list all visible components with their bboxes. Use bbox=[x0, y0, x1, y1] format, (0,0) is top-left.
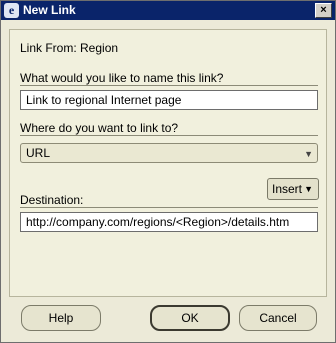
link-name-input[interactable]: Link to regional Internet page bbox=[20, 90, 318, 110]
app-icon: e bbox=[4, 3, 19, 18]
link-target-value: URL bbox=[26, 146, 51, 160]
separator bbox=[20, 207, 318, 208]
dialog-title: New Link bbox=[23, 3, 76, 17]
cancel-button[interactable]: Cancel bbox=[239, 305, 317, 331]
insert-button[interactable]: Insert ▼ bbox=[267, 178, 319, 200]
chevron-down-icon: ▼ bbox=[304, 149, 313, 159]
title-bar[interactable]: e New Link × bbox=[1, 1, 335, 20]
separator bbox=[20, 85, 318, 86]
close-button[interactable]: × bbox=[315, 3, 332, 18]
link-from-label: Link From: Region bbox=[20, 41, 119, 55]
name-prompt-label: What would you like to name this link? bbox=[20, 71, 224, 85]
form-panel: Link From: Region What would you like to… bbox=[9, 29, 327, 297]
separator bbox=[20, 135, 318, 136]
destination-label: Destination: bbox=[20, 193, 84, 207]
destination-input[interactable]: http://company.com/regions/<Region>/deta… bbox=[20, 212, 318, 232]
new-link-dialog: e New Link × Link From: Region What woul… bbox=[0, 0, 336, 343]
link-target-select[interactable]: URL ▼ bbox=[20, 143, 318, 163]
target-prompt-label: Where do you want to link to? bbox=[20, 121, 179, 135]
ok-button[interactable]: OK bbox=[150, 305, 230, 331]
help-button[interactable]: Help bbox=[21, 305, 101, 331]
insert-button-label: Insert bbox=[272, 182, 303, 196]
chevron-down-icon: ▼ bbox=[304, 184, 313, 194]
